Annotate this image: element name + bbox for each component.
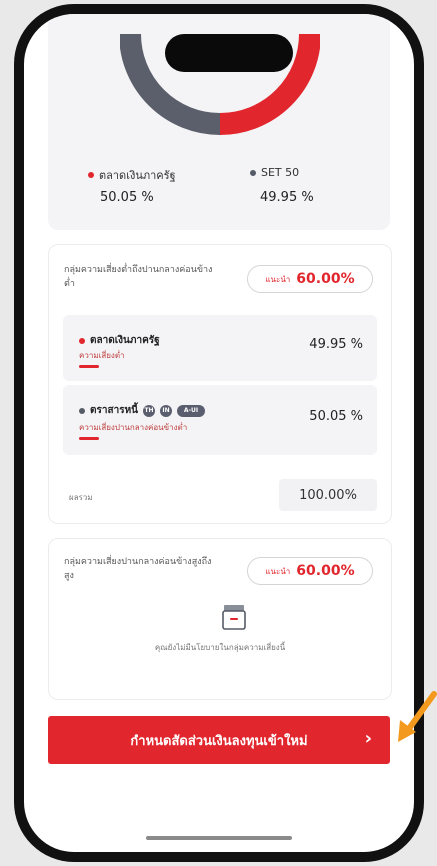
legend-item-set50: SET 50 xyxy=(250,166,299,179)
risk-group-card-high: กลุ่มความเสี่ยงปานกลางค่อนข้างสูงถึงสูง … xyxy=(48,538,392,700)
risk-group-title: กลุ่มความเสี่ยงปานกลางค่อนข้างสูงถึงสูง xyxy=(64,557,212,581)
cta-label: กำหนดสัดส่วนเงินลงทุนเข้าใหม่ xyxy=(130,733,308,749)
asset-dot xyxy=(79,407,85,414)
fund-tag-aui: A-UI xyxy=(177,404,205,417)
home-indicator[interactable] xyxy=(146,836,292,840)
legend-item-money-market: ตลาดเงินภาครัฐ xyxy=(88,166,176,184)
fund-tag-in: IN xyxy=(160,404,172,417)
total-label: ผลรวม xyxy=(69,493,93,502)
legend-label: ตลาดเงินภาครัฐ xyxy=(99,169,176,182)
recommend-label: แนะนำ xyxy=(265,566,291,576)
dynamic-island xyxy=(165,34,293,72)
phone-frame: ตลาดเงินภาครัฐ 50.05 % SET 50 49.95 % กล… xyxy=(14,4,424,862)
total-value: 100.00% xyxy=(279,479,377,511)
asset-risk-bar xyxy=(79,365,99,368)
set-new-allocation-button[interactable]: กำหนดสัดส่วนเงินลงทุนเข้าใหม่ › xyxy=(48,716,390,764)
asset-risk-level: ความเสี่ยงต่ำ xyxy=(79,351,125,360)
asset-risk-bar xyxy=(79,437,99,440)
legend-dot xyxy=(250,169,256,176)
risk-group-title: กลุ่มความเสี่ยงต่ำถึงปานกลางค่อนข้างต่ำ xyxy=(64,265,213,289)
recommend-pill: แนะนำ 60.00% xyxy=(247,265,373,293)
phone-screen: ตลาดเงินภาครัฐ 50.05 % SET 50 49.95 % กล… xyxy=(24,14,414,852)
asset-row[interactable]: ตลาดเงินภาครัฐ ความเสี่ยงต่ำ 49.95 % xyxy=(63,315,377,381)
asset-risk-level: ความเสี่ยงปานกลางค่อนข้างต่ำ xyxy=(79,423,188,432)
asset-name-text: ตลาดเงินภาครัฐ xyxy=(90,335,160,346)
legend-value: 49.95 % xyxy=(260,190,314,205)
recommend-value: 60.00% xyxy=(296,271,355,287)
legend-value: 50.05 % xyxy=(100,190,154,205)
chevron-right-icon: › xyxy=(364,728,372,749)
recommend-label: แนะนำ xyxy=(265,274,291,284)
asset-name: ตราสารหนี้ TH IN A-UI xyxy=(79,403,205,418)
legend-dot xyxy=(88,172,94,178)
risk-group-card-low: กลุ่มความเสี่ยงต่ำถึงปานกลางค่อนข้างต่ำ … xyxy=(48,244,392,524)
asset-row[interactable]: ตราสารหนี้ TH IN A-UI ความเสี่ยงปานกลางค… xyxy=(63,385,377,455)
asset-value: 49.95 % xyxy=(309,337,363,352)
recommend-value: 60.00% xyxy=(296,563,355,579)
recommend-pill: แนะนำ 60.00% xyxy=(247,557,373,585)
asset-name: ตลาดเงินภาครัฐ xyxy=(79,333,160,348)
empty-box-icon xyxy=(222,605,246,630)
fund-tag-th: TH xyxy=(143,404,155,417)
asset-value: 50.05 % xyxy=(309,409,363,424)
annotation-arrow-icon xyxy=(398,691,437,742)
asset-dot xyxy=(79,337,85,344)
legend-label: SET 50 xyxy=(261,166,300,179)
asset-name-text: ตราสารหนี้ xyxy=(90,405,138,416)
empty-state-text: คุณยังไม่มีนโยบายในกลุ่มความเสี่ยงนี้ xyxy=(154,643,286,652)
